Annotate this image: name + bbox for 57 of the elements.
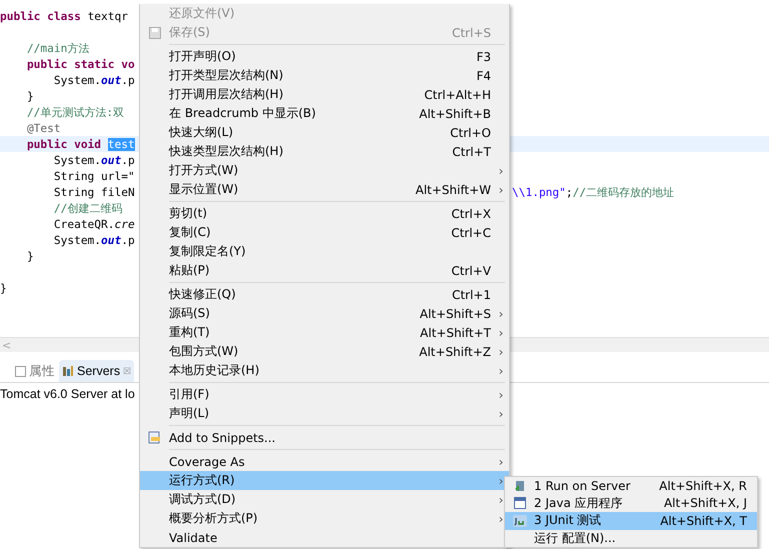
code-text: CreateQR. (52, 218, 115, 230)
code-text: textqr (86, 10, 128, 22)
code-text: @Test (26, 122, 61, 134)
code-text: //main方法 (26, 42, 90, 54)
submenu-arrow-icon: › (493, 388, 509, 402)
shortcut-text: Alt+Shift+X, J (664, 496, 747, 510)
selected-text: test (108, 138, 135, 150)
shortcut-text: Ctrl+T (452, 144, 491, 158)
shortcut-text: Ctrl+S (452, 26, 491, 40)
code-text: } (26, 250, 34, 262)
submenu-arrow-icon: › (493, 326, 509, 340)
shortcut-text: Ctrl+O (450, 126, 491, 140)
shortcut-text: Alt+Shift+X, R (659, 478, 747, 493)
shortcut-text: Ctrl+V (451, 264, 491, 278)
submenu-arrow-icon: › (493, 182, 509, 196)
shortcut-text: Alt+Shift+Z (419, 344, 491, 358)
code-text: public static vo (26, 58, 135, 70)
shortcut-text: Ctrl+C (451, 226, 491, 240)
shortcut-text: Ctrl+1 (452, 288, 491, 302)
code-text: System. (52, 154, 102, 166)
code-text: out (101, 74, 122, 86)
code-text: String fileN (52, 186, 135, 198)
shortcut-text: Alt+Shift+S (420, 306, 491, 320)
shortcut-text: F4 (476, 68, 491, 82)
shortcut-text: F3 (476, 50, 491, 64)
code-text: String url=" (52, 170, 135, 182)
code-text: .p (121, 74, 135, 86)
submenu-arrow-icon: › (493, 492, 509, 506)
submenu-arrow-icon: › (493, 364, 509, 378)
shortcut-text: Alt+Shift+T (420, 326, 491, 340)
shortcut-text: Ctrl+X (451, 206, 491, 220)
shortcut-text: Alt+Shift+W (416, 182, 491, 196)
code-text: //创建二维码 (52, 202, 122, 214)
code-text: System. (52, 234, 102, 246)
code-text: out (101, 234, 122, 246)
code-text: .p (121, 154, 135, 166)
shortcut-text: Ctrl+Alt+H (424, 88, 491, 102)
submenu-arrow-icon: › (493, 344, 509, 358)
submenu-arrow-icon: › (493, 474, 509, 488)
code-text: } (0, 282, 7, 294)
code-text: cre (114, 218, 135, 230)
submenu-arrow-icon: › (493, 306, 509, 320)
code-text: //二维码存放的地址 (572, 186, 674, 198)
code-text: System. (52, 74, 102, 86)
shortcut-text: Alt+Shift+B (419, 106, 491, 120)
submenu-arrow-icon: › (493, 164, 509, 178)
code-text: public class (0, 10, 81, 22)
code-text: out (101, 154, 122, 166)
submenu-arrow-icon: › (493, 454, 509, 468)
shortcut-text: Alt+Shift+X, T (660, 514, 747, 528)
code-text: //单元测试方法:双 (26, 106, 124, 118)
code-text: \\1.png" (512, 186, 566, 198)
code-text: .p (121, 234, 135, 246)
code-text: ; (566, 186, 573, 198)
code-text: } (26, 90, 34, 102)
submenu-arrow-icon: › (493, 406, 509, 420)
code-text: public void (26, 138, 102, 150)
